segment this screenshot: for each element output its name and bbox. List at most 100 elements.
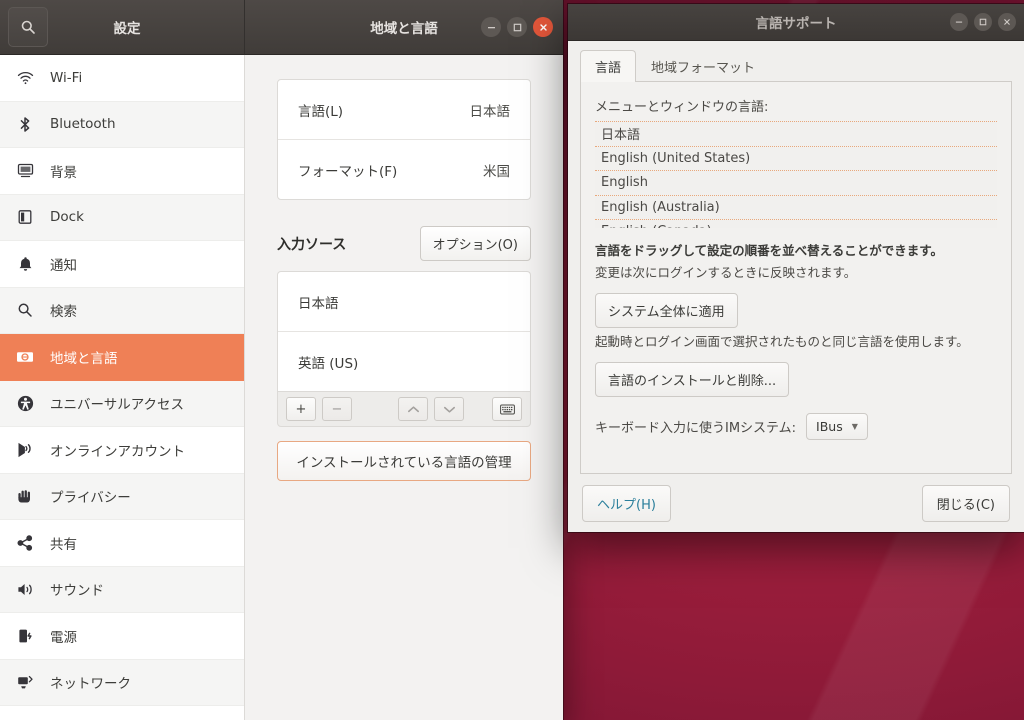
minimize-icon — [955, 21, 963, 23]
minimize-icon — [487, 26, 495, 28]
tab-regional-formats[interactable]: 地域フォーマット — [636, 50, 770, 82]
manage-installed-languages-button[interactable]: インストールされている言語の管理 — [277, 441, 531, 481]
help-button[interactable]: ヘルプ(H) — [582, 484, 671, 522]
close-icon — [1004, 19, 1010, 25]
maximize-button[interactable] — [974, 13, 992, 31]
sidebar-item-label: プライバシー — [50, 490, 131, 507]
input-sources-title: 入力ソース — [277, 236, 347, 253]
input-sources-header: 入力ソース オプション(O) — [277, 226, 531, 261]
sidebar-item-power[interactable]: 電源 — [0, 613, 244, 660]
sidebar-item-region-language[interactable]: 地域と言語 — [0, 334, 244, 381]
sidebar-item-universal-access[interactable]: ユニバーサルアクセス — [0, 380, 244, 427]
maximize-button[interactable] — [507, 17, 527, 37]
minimize-button[interactable] — [950, 13, 968, 31]
sidebar-item-devices[interactable]: デバイス ❯ — [0, 706, 244, 720]
sidebar-item-sharing[interactable]: 共有 — [0, 520, 244, 567]
bluetooth-icon — [14, 115, 36, 133]
language-format-card: 言語(L) 日本語 フォーマット(F) 米国 — [277, 79, 531, 200]
language-support-window-controls — [950, 13, 1016, 31]
language-support-title: 言語サポート — [755, 16, 837, 32]
power-icon — [14, 627, 36, 645]
im-system-row: キーボード入力に使うIMシステム: IBus ▼ — [595, 413, 997, 440]
im-system-combo[interactable]: IBus ▼ — [806, 413, 868, 440]
apply-system-wide-button[interactable]: システム全体に適用 — [595, 293, 738, 328]
dock-icon — [14, 208, 36, 226]
move-down-button[interactable] — [434, 397, 464, 421]
format-row-label: フォーマット(F) — [298, 163, 398, 180]
sidebar-item-label: Dock — [50, 209, 84, 226]
online-accounts-icon — [14, 441, 36, 459]
settings-window-controls — [481, 17, 553, 37]
close-dialog-button[interactable]: 閉じる(C) — [921, 484, 1010, 522]
move-up-button[interactable] — [398, 397, 428, 421]
maximize-icon — [979, 18, 987, 26]
close-button[interactable] — [533, 17, 553, 37]
list-item[interactable]: 日本語 — [595, 122, 997, 147]
remove-source-button[interactable]: − — [322, 397, 352, 421]
list-item[interactable]: English (United States) — [595, 147, 997, 171]
install-remove-languages-button[interactable]: 言語のインストールと削除... — [595, 362, 790, 397]
format-row[interactable]: フォーマット(F) 米国 — [278, 140, 530, 199]
options-button[interactable]: オプション(O) — [419, 226, 531, 261]
sidebar-item-label: 背景 — [50, 164, 77, 181]
sidebar-item-online-accounts[interactable]: オンラインアカウント — [0, 427, 244, 474]
chevron-down-icon: ▼ — [851, 422, 858, 431]
keyboard-icon — [499, 404, 515, 414]
settings-window: 設定 地域と言語 Wi-Fi Bluetooth 背景 Dock 通知 検索 地… — [0, 0, 563, 720]
tab-panel-language: メニューとウィンドウの言語: 日本語 English (United State… — [580, 82, 1012, 474]
language-support-window: 言語サポート 言語 地域フォーマット メニューとウィンドウの言語: 日本語 En… — [568, 4, 1024, 532]
sidebar-item-wifi[interactable]: Wi-Fi — [0, 55, 244, 102]
sidebar-item-privacy[interactable]: プライバシー — [0, 473, 244, 520]
background-icon — [14, 162, 36, 180]
sidebar-item-search[interactable]: 検索 — [0, 287, 244, 334]
privacy-hand-icon — [14, 487, 36, 505]
minimize-button[interactable] — [481, 17, 501, 37]
settings-titlebar-right: 地域と言語 — [245, 0, 563, 55]
sidebar-item-label: 共有 — [50, 536, 77, 553]
drag-hint-strong: 言語をドラッグして設定の順番を並べ替えることができます。 — [595, 243, 944, 258]
list-item[interactable]: English (Canada) — [595, 220, 997, 228]
sidebar-item-notifications[interactable]: 通知 — [0, 241, 244, 288]
maximize-icon — [513, 23, 521, 31]
im-system-label: キーボード入力に使うIMシステム: — [595, 421, 797, 436]
language-row-label: 言語(L) — [298, 103, 344, 120]
sidebar-item-background[interactable]: 背景 — [0, 148, 244, 195]
close-button[interactable] — [998, 13, 1016, 31]
bell-icon — [14, 255, 36, 273]
region-language-icon — [14, 348, 36, 366]
list-item[interactable]: English (Australia) — [595, 196, 997, 220]
sidebar-item-label: サウンド — [50, 583, 104, 600]
sidebar-item-label: 地域と言語 — [50, 350, 118, 367]
list-item[interactable]: 日本語 — [278, 272, 530, 332]
sidebar-item-label: ネットワーク — [50, 676, 131, 693]
sidebar-item-network[interactable]: ネットワーク — [0, 659, 244, 706]
language-support-body: 言語 地域フォーマット メニューとウィンドウの言語: 日本語 English (… — [568, 41, 1024, 474]
universal-access-icon — [14, 394, 36, 412]
language-support-footer: ヘルプ(H) 閉じる(C) — [568, 474, 1024, 532]
language-row[interactable]: 言語(L) 日本語 — [278, 80, 530, 140]
drag-hint: 変更は次にログインするときに反映されます。 — [595, 265, 857, 280]
sidebar-item-label: オンラインアカウント — [50, 443, 185, 460]
input-sources-list: 日本語 英語 (US) — [277, 271, 531, 391]
sidebar-item-dock[interactable]: Dock — [0, 194, 244, 241]
keyboard-preview-button[interactable] — [492, 397, 522, 421]
sidebar-item-label: 検索 — [50, 304, 77, 321]
list-item[interactable]: English — [595, 171, 997, 196]
sidebar-item-bluetooth[interactable]: Bluetooth — [0, 101, 244, 148]
input-sources-toolbar: + − — [277, 391, 531, 427]
search-icon — [14, 301, 36, 319]
language-order-list[interactable]: 日本語 English (United States) English Engl… — [595, 121, 997, 228]
language-support-titlebar: 言語サポート — [568, 4, 1024, 41]
sound-icon — [14, 580, 36, 598]
sidebar-item-label: ユニバーサルアクセス — [50, 397, 185, 414]
sidebar-item-sound[interactable]: サウンド — [0, 566, 244, 613]
list-item[interactable]: 英語 (US) — [278, 332, 530, 391]
sidebar-item-label: Wi-Fi — [50, 69, 83, 86]
add-source-button[interactable]: + — [286, 397, 316, 421]
chevron-down-icon — [443, 406, 455, 413]
tab-language[interactable]: 言語 — [580, 50, 637, 82]
sidebar-item-label: Bluetooth — [50, 116, 116, 133]
settings-titlebar-left: 設定 — [0, 0, 245, 55]
im-system-value: IBus — [816, 419, 843, 434]
network-icon — [14, 673, 36, 691]
